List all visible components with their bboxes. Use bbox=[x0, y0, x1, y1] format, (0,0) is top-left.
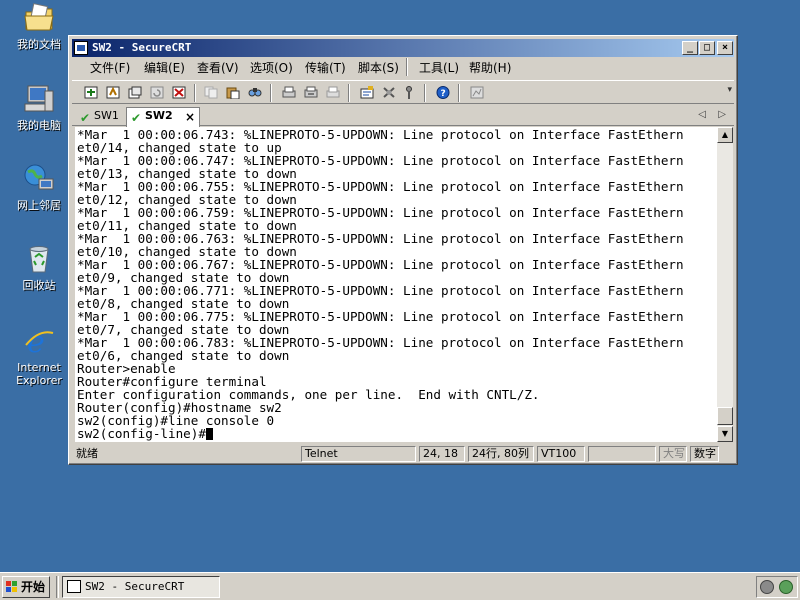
tab-prev-icon[interactable]: ◁ bbox=[698, 109, 706, 120]
scroll-up-button[interactable]: ▲ bbox=[717, 127, 733, 143]
toolbar-separator bbox=[458, 84, 460, 102]
toolbar-separator bbox=[270, 84, 272, 102]
toolbar-separator bbox=[348, 84, 350, 102]
taskbar-separator bbox=[56, 576, 59, 598]
menu-bar: 文件(F) 编辑(E) 查看(V) 选项(O) 传输(T) 脚本(S) 工具(L… bbox=[72, 58, 734, 78]
disconnect-icon[interactable] bbox=[170, 84, 188, 102]
scroll-down-button[interactable]: ▼ bbox=[717, 426, 733, 442]
session-tab-bar: ✔ SW1 ✔ SW2 × ◁ ▷ bbox=[72, 106, 734, 127]
securecrt-window: SW2 - SecureCRT _ □ × 文件(F) 编辑(E) 查看(V) … bbox=[68, 35, 738, 465]
desktop-icon-label: 网上邻居 bbox=[17, 199, 61, 212]
desktop-icon-network-places[interactable]: 网上邻居 bbox=[6, 163, 72, 212]
print-selection-icon[interactable] bbox=[324, 84, 342, 102]
desktop-icon-my-documents[interactable]: 我的文档 bbox=[6, 2, 72, 51]
desktop-icon-my-computer[interactable]: 我的电脑 bbox=[6, 83, 72, 132]
status-bar: 就绪 Telnet 24, 18 24行, 80列 VT100 大写 数字 bbox=[72, 445, 734, 463]
windows-flag-icon bbox=[6, 581, 18, 593]
tab-sw1[interactable]: ✔ SW1 bbox=[76, 108, 122, 126]
tab-close-icon[interactable]: × bbox=[185, 109, 195, 125]
map-icon[interactable] bbox=[468, 84, 486, 102]
window-title: SW2 - SecureCRT bbox=[92, 41, 192, 54]
securecrt-app-icon[interactable] bbox=[74, 41, 88, 55]
my-documents-icon bbox=[23, 2, 55, 34]
scroll-thumb[interactable] bbox=[717, 407, 733, 425]
global-options-icon[interactable] bbox=[380, 84, 398, 102]
tab-label: SW1 bbox=[94, 109, 119, 122]
menu-help[interactable]: 帮助(H) bbox=[465, 60, 515, 77]
start-label: 开始 bbox=[21, 580, 46, 594]
taskbar: 开始 SW2 - SecureCRT bbox=[0, 572, 800, 600]
desktop-icon-label-line2: Explorer bbox=[16, 374, 62, 387]
status-num-lock: 数字 bbox=[690, 446, 719, 462]
reconnect-icon[interactable] bbox=[148, 84, 166, 102]
toolbar: ? ▾ bbox=[72, 80, 734, 104]
volume-icon[interactable] bbox=[760, 580, 774, 594]
menu-tools[interactable]: 工具(L) bbox=[415, 60, 463, 77]
print-icon[interactable] bbox=[280, 84, 298, 102]
menu-transfer[interactable]: 传输(T) bbox=[301, 60, 350, 77]
status-blank bbox=[588, 446, 656, 462]
menu-view[interactable]: 查看(V) bbox=[193, 60, 243, 77]
network-places-icon bbox=[23, 163, 55, 195]
help-icon[interactable]: ? bbox=[434, 84, 452, 102]
menu-edit[interactable]: 编辑(E) bbox=[140, 60, 189, 77]
toolbar-overflow-icon[interactable]: ▾ bbox=[727, 85, 732, 95]
desktop-icon-label: 回收站 bbox=[22, 279, 56, 292]
close-button[interactable]: × bbox=[717, 41, 733, 55]
status-protocol: Telnet bbox=[301, 446, 416, 462]
start-button[interactable]: 开始 bbox=[2, 576, 50, 598]
desktop-icon-label: 我的电脑 bbox=[17, 119, 61, 132]
connect-icon[interactable] bbox=[82, 84, 100, 102]
prompt-text: sw2(config-line)# bbox=[77, 426, 206, 441]
recycle-bin-icon bbox=[23, 243, 55, 275]
menu-file[interactable]: 文件(F) bbox=[86, 60, 134, 77]
desktop-icon-label: 我的文档 bbox=[17, 38, 61, 51]
tab-next-icon[interactable]: ▷ bbox=[718, 109, 726, 120]
copy-icon[interactable] bbox=[202, 84, 220, 102]
system-tray bbox=[756, 576, 798, 598]
status-cursor-position: 24, 18 bbox=[419, 446, 465, 462]
status-terminal-size: 24行, 80列 bbox=[468, 446, 534, 462]
desktop-icon-label-line1: Internet bbox=[17, 361, 61, 374]
quick-connect-icon[interactable] bbox=[104, 84, 122, 102]
terminal-line: sw2(config-line)# bbox=[77, 427, 717, 440]
paste-icon[interactable] bbox=[224, 84, 242, 102]
title-bar[interactable]: SW2 - SecureCRT _ □ × bbox=[72, 39, 734, 57]
internet-explorer-icon: e bbox=[23, 325, 55, 360]
session-options-icon[interactable] bbox=[358, 84, 376, 102]
svg-text:?: ? bbox=[441, 89, 446, 99]
menu-options[interactable]: 选项(O) bbox=[246, 60, 297, 77]
connected-check-icon: ✔ bbox=[131, 111, 142, 125]
tab-sw2[interactable]: ✔ SW2 × bbox=[126, 107, 200, 127]
status-emulation: VT100 bbox=[537, 446, 585, 462]
terminal-cursor bbox=[205, 428, 213, 440]
desktop-icon-recycle-bin[interactable]: 回收站 bbox=[6, 243, 72, 292]
taskbar-button-label: SW2 - SecureCRT bbox=[85, 580, 185, 593]
connect-tab-icon[interactable] bbox=[126, 84, 144, 102]
terminal-scrollbar[interactable]: ▲ ▼ bbox=[717, 127, 733, 442]
securecrt-app-icon bbox=[67, 580, 81, 593]
taskbar-button-securecrt[interactable]: SW2 - SecureCRT bbox=[62, 576, 220, 598]
status-caps-lock: 大写 bbox=[659, 446, 687, 462]
connected-check-icon: ✔ bbox=[80, 111, 91, 125]
minimize-button[interactable]: _ bbox=[682, 41, 698, 55]
terminal-output[interactable]: *Mar 1 00:00:06.743: %LINEPROTO-5-UPDOWN… bbox=[75, 127, 717, 442]
desktop-icon-internet-explorer[interactable]: e Internet Explorer bbox=[6, 325, 72, 387]
my-computer-icon bbox=[23, 83, 55, 115]
maximize-button[interactable]: □ bbox=[699, 41, 715, 55]
network-status-icon[interactable] bbox=[779, 580, 793, 594]
print-setup-icon[interactable] bbox=[302, 84, 320, 102]
tab-label: SW2 bbox=[145, 109, 173, 122]
toolbar-separator bbox=[194, 84, 196, 102]
find-icon[interactable] bbox=[246, 84, 264, 102]
menu-script[interactable]: 脚本(S) bbox=[354, 60, 403, 77]
status-ready: 就绪 bbox=[76, 447, 98, 460]
keymap-icon[interactable] bbox=[400, 84, 418, 102]
menu-separator bbox=[406, 58, 408, 76]
toolbar-separator bbox=[424, 84, 426, 102]
